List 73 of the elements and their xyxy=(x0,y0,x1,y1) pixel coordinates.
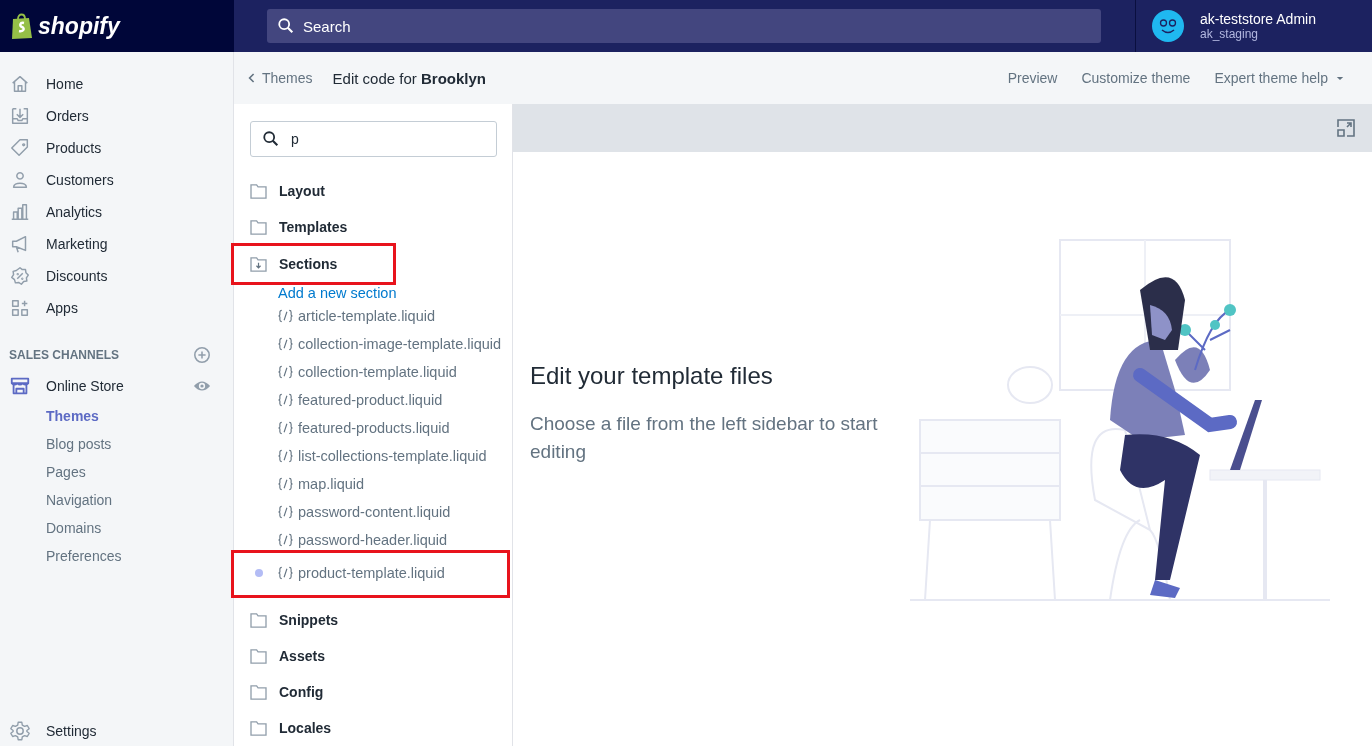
code-icon xyxy=(278,566,293,580)
code-icon xyxy=(278,365,293,379)
empty-state-heading: Edit your template files xyxy=(530,362,774,390)
search-field[interactable]: Search xyxy=(267,9,1101,43)
nav-icon xyxy=(9,265,31,287)
code-icon xyxy=(278,477,293,491)
expand-icon[interactable] xyxy=(1336,118,1356,138)
settings-icon xyxy=(9,720,31,742)
file-item[interactable]: article-template.liquid xyxy=(250,302,512,330)
folder-item[interactable]: Assets xyxy=(250,638,512,674)
file-item[interactable]: featured-product.liquid xyxy=(250,386,512,414)
folder-item[interactable]: Config xyxy=(250,674,512,710)
logo-text: shopify xyxy=(38,12,120,40)
folder-item[interactable]: Locales xyxy=(250,710,512,746)
add-section-link[interactable]: Add a new section xyxy=(250,283,512,302)
code-icon xyxy=(278,449,293,463)
header-action[interactable]: Expert theme help xyxy=(1214,70,1344,86)
nav-item[interactable]: Discounts xyxy=(9,260,233,292)
nav-item[interactable]: Home xyxy=(9,68,233,100)
file-item[interactable]: featured-products.liquid xyxy=(250,414,512,442)
code-icon xyxy=(278,309,293,323)
nav-item[interactable]: Marketing xyxy=(9,228,233,260)
code-icon xyxy=(278,505,293,519)
search-icon xyxy=(277,17,295,35)
empty-state-text: Choose a file from the left sidebar to start editing xyxy=(530,412,879,464)
code-icon xyxy=(278,533,293,547)
chevron-left-icon xyxy=(248,72,256,84)
nav-icon xyxy=(9,73,31,95)
folder-item[interactable]: Snippets xyxy=(250,602,512,638)
caret-down-icon xyxy=(1336,75,1344,81)
nav-icon xyxy=(9,201,31,223)
nav-item[interactable]: Customers xyxy=(9,164,233,196)
user-name: ak-teststore Admin xyxy=(1200,11,1316,27)
file-item[interactable]: product-template.liquid xyxy=(250,559,507,587)
add-circle-icon[interactable] xyxy=(193,346,211,364)
nav-icon xyxy=(9,105,31,127)
search-icon xyxy=(262,130,280,148)
header-action[interactable]: Preview xyxy=(1007,70,1058,86)
folder-item[interactable]: Sections xyxy=(250,246,393,282)
nav-item[interactable]: Settings xyxy=(9,716,233,746)
nav-item[interactable]: Online Store xyxy=(9,370,193,402)
storefront-icon xyxy=(9,375,31,397)
nav-item[interactable]: Apps xyxy=(9,292,233,324)
sub-nav-item[interactable]: Preferences xyxy=(46,542,233,570)
nav-icon xyxy=(9,297,31,319)
page-title: Edit code for Brooklyn xyxy=(332,69,486,87)
sub-nav-item[interactable]: Pages xyxy=(46,458,233,486)
store-name: ak_staging xyxy=(1200,27,1260,41)
nav-item[interactable]: Products xyxy=(9,132,233,164)
sub-nav-item[interactable]: Navigation xyxy=(46,486,233,514)
section-heading: SALES CHANNELS xyxy=(9,348,119,362)
code-icon xyxy=(278,393,293,407)
nav-item[interactable]: Orders xyxy=(9,100,233,132)
nav-item[interactable]: Analytics xyxy=(9,196,233,228)
folder-item[interactable]: Layout xyxy=(250,173,512,209)
sub-nav-item[interactable]: Themes xyxy=(46,402,233,430)
code-icon xyxy=(278,421,293,435)
file-item[interactable]: map.liquid xyxy=(250,470,512,498)
sub-nav-item[interactable]: Domains xyxy=(46,514,233,542)
file-item[interactable]: list-collections-template.liquid xyxy=(250,442,512,470)
avatar-icon[interactable] xyxy=(1152,10,1184,42)
back-link[interactable]: Themes xyxy=(248,70,313,86)
file-item[interactable]: password-content.liquid xyxy=(250,498,512,526)
file-item[interactable]: collection-image-template.liquid xyxy=(250,330,512,358)
header-action[interactable]: Customize theme xyxy=(1081,70,1191,86)
file-search-field[interactable]: p xyxy=(250,121,497,157)
code-icon xyxy=(278,337,293,351)
sub-nav-item[interactable]: Blog posts xyxy=(46,430,233,458)
file-item[interactable]: collection-template.liquid xyxy=(250,358,512,386)
file-item[interactable]: password-header.liquid xyxy=(250,526,512,554)
folder-item[interactable]: Templates xyxy=(250,209,512,245)
shopping-bag-icon xyxy=(10,12,34,40)
nav-icon xyxy=(9,137,31,159)
